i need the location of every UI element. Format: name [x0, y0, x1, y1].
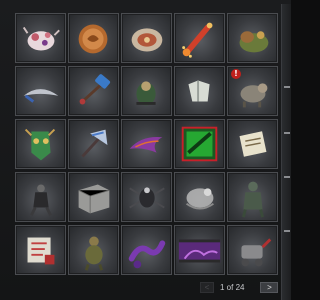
pagination: < 1 of 24 > [200, 281, 279, 293]
inventory-slot[interactable] [15, 172, 66, 222]
loading-screen-icon [178, 239, 221, 263]
inventory-slot[interactable] [15, 225, 66, 275]
inventory-slot[interactable] [121, 66, 172, 116]
inventory-slot[interactable] [227, 172, 278, 222]
bronze-coin-icon [78, 24, 108, 54]
purple-wing-icon [129, 137, 163, 153]
inventory-slot[interactable]: ! [227, 66, 278, 116]
ghostly-creature-icon [185, 188, 214, 210]
steel-axe-icon [81, 129, 108, 158]
tribal-mask-icon [24, 128, 56, 161]
armored-knight-icon [241, 181, 264, 218]
inventory-slot[interactable] [121, 119, 172, 169]
stone-block-icon [78, 184, 110, 214]
inventory-slot[interactable] [68, 66, 119, 116]
page-indicator: 1 of 24 [220, 282, 245, 292]
courier-creature-icon [136, 81, 156, 106]
mechanical-courier-icon [241, 238, 272, 267]
ornate-shield-icon [131, 28, 163, 52]
inventory-slot[interactable] [227, 13, 278, 63]
next-page-button[interactable]: > [260, 281, 279, 293]
scroll-icon [239, 131, 267, 157]
treasure-map-icon [27, 237, 55, 265]
inventory-slot[interactable] [15, 66, 66, 116]
decorated-head-gear-icon [22, 26, 60, 51]
inventory-slot[interactable] [121, 225, 172, 275]
inventory-panel: ! < 1 of 24 > [0, 0, 291, 300]
dota-logo-icon [181, 126, 218, 162]
item-grid: ! [15, 13, 278, 275]
inventory-slot[interactable] [68, 119, 119, 169]
firecracker-icon [182, 22, 213, 58]
inventory-slot[interactable] [121, 172, 172, 222]
inventory-slot[interactable] [174, 66, 225, 116]
side-panel-edge [281, 4, 291, 300]
inventory-slot[interactable] [174, 119, 225, 169]
dark-hero-icon [30, 184, 52, 216]
inventory-slot[interactable] [174, 225, 225, 275]
prev-page-button[interactable]: < [200, 281, 214, 293]
inventory-slot[interactable] [68, 225, 119, 275]
inventory-slot[interactable] [15, 119, 66, 169]
blue-hammer-icon [79, 74, 111, 105]
curved-blade-icon [23, 89, 59, 103]
inventory-slot[interactable] [227, 119, 278, 169]
inventory-slot[interactable] [121, 13, 172, 63]
inventory-slot[interactable] [68, 13, 119, 63]
treasure-creature-icon [239, 31, 269, 53]
spider-creature-icon [129, 187, 165, 209]
inventory-slot[interactable] [227, 225, 278, 275]
inventory-slot[interactable] [174, 13, 225, 63]
ogre-figure-icon [84, 236, 104, 271]
armored-hound-icon [240, 83, 268, 108]
inventory-slot[interactable] [68, 172, 119, 222]
inventory-slot[interactable] [15, 13, 66, 63]
stone-armor-icon [188, 80, 210, 102]
purple-tentacle-icon [128, 240, 166, 269]
inventory-slot[interactable] [174, 172, 225, 222]
